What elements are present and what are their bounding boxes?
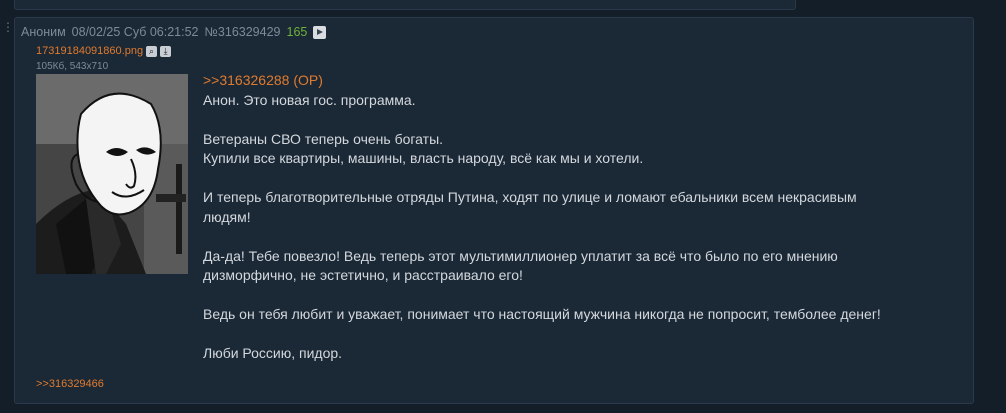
message-line (203, 169, 963, 189)
previous-post-edge (14, 0, 796, 10)
search-icon[interactable]: ⌕ (146, 45, 158, 57)
backlink[interactable]: >>316329466 (36, 378, 104, 390)
message-line (203, 110, 963, 130)
post-number[interactable]: №316329429 (205, 25, 281, 39)
post-author: Аноним (21, 25, 66, 39)
file-info: 17319184091860.png ⌕ ⤓ (36, 45, 172, 57)
message-line: Анон. Это новая гос. программа. (203, 91, 416, 108)
download-icon[interactable]: ⤓ (160, 45, 172, 57)
message-line (203, 325, 963, 345)
post-header: Аноним 08/02/25 Суб 06:21:52 №316329429 … (21, 24, 327, 40)
wojak-mask-image (36, 74, 188, 274)
message-line: Люби Россию, пидор. (203, 345, 343, 361)
post: Аноним 08/02/25 Суб 06:21:52 №316329429 … (14, 17, 974, 404)
file-name-link[interactable]: 17319184091860.png (36, 45, 143, 57)
message-line: Ведь он тебя любит и уважает, понимает ч… (203, 306, 881, 322)
message-line: Купили все квартиры, машины, власть наро… (203, 150, 644, 166)
post-date: 08/02/25 Суб 06:21:52 (71, 25, 199, 39)
message-line (203, 286, 963, 306)
message-line (203, 227, 963, 247)
reply-link-op[interactable]: >>316326288 (OP) (203, 71, 963, 91)
message-line: дизморфично, не эстетично, и расстраивал… (203, 267, 523, 283)
post-count: 165 (286, 25, 308, 39)
message-line: Да-да! Тебе повезло! Ведь теперь этот му… (203, 247, 838, 264)
message-line: Ветераны СВО теперь очень богаты. (203, 130, 444, 147)
play-icon[interactable] (313, 25, 327, 39)
message-line: людям! (203, 208, 251, 225)
message-line: И теперь благотворительные отряды Путина… (203, 189, 857, 205)
post-image-thumbnail[interactable] (36, 74, 188, 274)
file-meta: 105Кб, 543x710 (36, 61, 109, 72)
post-message: >>316326288 (OP) Анон. Это новая гос. пр… (203, 71, 963, 364)
